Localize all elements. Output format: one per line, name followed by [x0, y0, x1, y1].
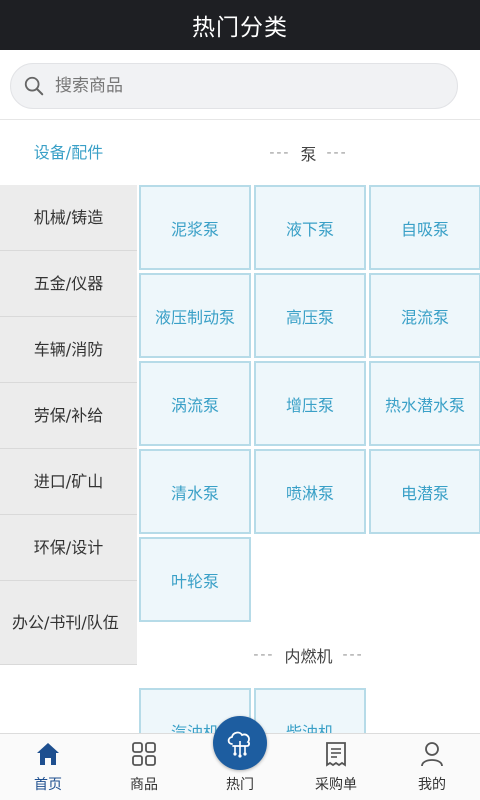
section-title: --- 内燃机 --- — [253, 647, 364, 666]
category-cell[interactable]: 液下泵 — [254, 185, 366, 270]
search-icon — [24, 76, 44, 96]
tab-mine[interactable]: 我的 — [384, 734, 480, 800]
sidebar-item-labor[interactable]: 劳保/补给 — [0, 383, 137, 449]
sidebar-item-hardware[interactable]: 五金/仪器 — [0, 251, 137, 317]
user-icon — [421, 742, 443, 767]
cart-list-icon — [326, 742, 346, 767]
category-cell[interactable]: 混流泵 — [369, 273, 480, 358]
sidebar-item-machinery[interactable]: 机械/铸造 — [0, 185, 137, 251]
sidebar-item-import[interactable]: 进口/矿山 — [0, 449, 137, 515]
hot-center-button[interactable] — [213, 716, 267, 770]
category-cell[interactable]: 自吸泵 — [369, 185, 480, 270]
engine-grid: 汽油机 柴油机 — [137, 688, 480, 733]
category-cell[interactable]: 清水泵 — [139, 449, 251, 534]
title-bar: 热门分类 — [0, 0, 480, 50]
category-cell[interactable]: 涡流泵 — [139, 361, 251, 446]
category-cell[interactable]: 泥浆泵 — [139, 185, 251, 270]
search-input[interactable] — [55, 76, 435, 96]
sidebar-item-environment[interactable]: 环保/设计 — [0, 515, 137, 581]
tab-home[interactable]: 首页 — [0, 734, 96, 800]
pump-grid: 泥浆泵 液下泵 自吸泵 液压制动泵 高压泵 混流泵 涡流泵 增压泵 热水潜水泵 … — [137, 185, 480, 622]
category-cell[interactable]: 热水潜水泵 — [369, 361, 480, 446]
category-content: --- 泵 --- 泥浆泵 液下泵 自吸泵 液压制动泵 高压泵 混流泵 涡流泵 … — [137, 121, 480, 733]
category-cell[interactable]: 液压制动泵 — [139, 273, 251, 358]
grid-icon — [132, 742, 156, 766]
category-sidebar: 设备/配件 机械/铸造 五金/仪器 车辆/消防 劳保/补给 进口/矿山 环保/设… — [0, 121, 137, 665]
sidebar-item-equipment[interactable]: 设备/配件 — [0, 121, 137, 185]
section-title: --- 泵 --- — [269, 145, 348, 164]
category-cell[interactable]: 电潜泵 — [369, 449, 480, 534]
tab-purchase-list[interactable]: 采购单 — [288, 734, 384, 800]
sidebar-item-office[interactable]: 办公/书刊/队伍 — [0, 581, 137, 665]
category-cell[interactable]: 叶轮泵 — [139, 537, 251, 622]
search-area — [0, 50, 480, 120]
category-cell[interactable]: 高压泵 — [254, 273, 366, 358]
tab-products[interactable]: 商品 — [96, 734, 192, 800]
search-box[interactable] — [10, 63, 458, 109]
category-cell[interactable]: 喷淋泵 — [254, 449, 366, 534]
home-icon — [37, 743, 59, 765]
sidebar-item-vehicles[interactable]: 车辆/消防 — [0, 317, 137, 383]
page-title: 热门分类 — [192, 15, 288, 41]
category-cell[interactable]: 柴油机 — [254, 688, 366, 733]
category-cell[interactable]: 增压泵 — [254, 361, 366, 446]
cloud-network-icon — [227, 731, 250, 758]
